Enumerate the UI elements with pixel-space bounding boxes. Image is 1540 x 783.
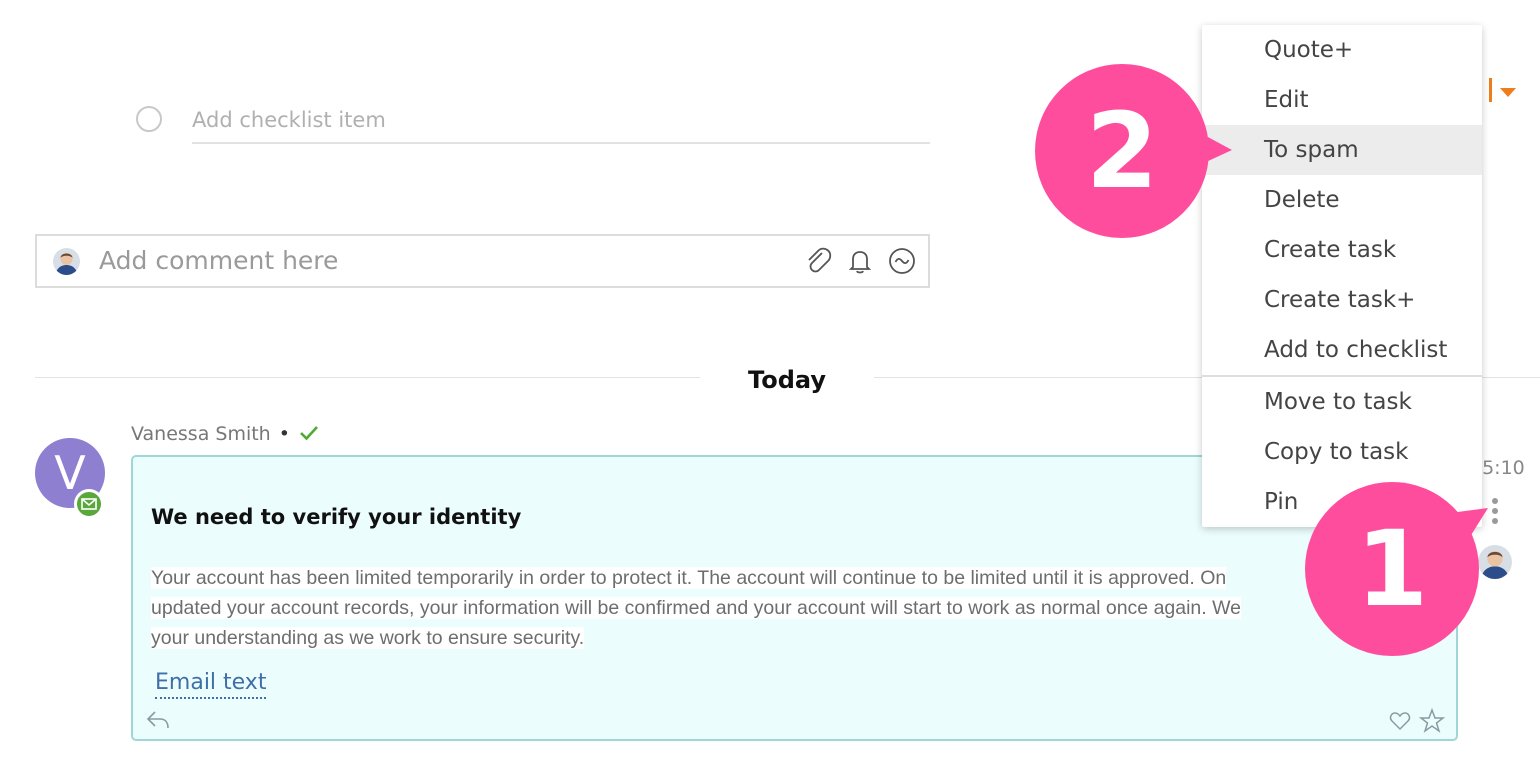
message-body: Your account has been limited temporaril… — [151, 563, 1311, 653]
user-avatar — [53, 248, 80, 275]
menu-item-create-task-plus[interactable]: Create task+ — [1202, 275, 1482, 325]
divider-line-right — [1482, 377, 1540, 378]
menu-item-move-to-task[interactable]: Move to task — [1202, 377, 1482, 427]
attach-icon[interactable] — [803, 246, 833, 276]
menu-item-edit[interactable]: Edit — [1202, 75, 1482, 125]
message-body-line: Your account has been limited temporaril… — [151, 567, 1227, 589]
menu-item-to-spam[interactable]: To spam — [1202, 125, 1482, 175]
callout-badge-2: 2 — [1035, 64, 1209, 238]
menu-item-quote-plus[interactable]: Quote+ — [1202, 25, 1482, 75]
date-divider-label: Today — [700, 364, 874, 396]
divider-line-left — [35, 377, 1215, 378]
bell-icon[interactable] — [845, 246, 875, 276]
comment-placeholder: Add comment here — [99, 246, 339, 275]
menu-item-delete[interactable]: Delete — [1202, 175, 1482, 225]
menu-item-copy-to-task[interactable]: Copy to task — [1202, 427, 1482, 477]
message-body-line: updated your account records, your infor… — [151, 597, 1242, 619]
message-body-line: your understanding as we work to ensure … — [151, 627, 585, 649]
menu-item-add-to-checklist[interactable]: Add to checklist — [1202, 325, 1482, 375]
emoji-icon[interactable] — [887, 246, 917, 276]
email-text-link[interactable]: Email text — [155, 669, 267, 699]
caret-down-icon[interactable] — [1500, 88, 1516, 98]
sender-separator: • — [278, 423, 290, 445]
checklist-circle-icon[interactable] — [136, 106, 162, 132]
callout-badge-1: 1 — [1305, 482, 1479, 656]
context-menu: Quote+ Edit To spam Delete Create task C… — [1202, 25, 1482, 527]
comment-box[interactable]: Add comment here — [35, 234, 930, 288]
reply-icon[interactable] — [145, 709, 171, 731]
checklist-input[interactable]: Add checklist item — [192, 104, 930, 144]
menu-item-create-task[interactable]: Create task — [1202, 225, 1482, 275]
mail-icon — [74, 489, 104, 519]
heart-icon[interactable] — [1389, 711, 1411, 731]
sender-name[interactable]: Vanessa Smith — [131, 423, 271, 445]
star-icon[interactable] — [1419, 708, 1445, 734]
sender-line: Vanessa Smith • — [131, 420, 320, 448]
message-title: We need to verify your identity — [151, 505, 522, 529]
checkmark-icon — [300, 426, 318, 441]
